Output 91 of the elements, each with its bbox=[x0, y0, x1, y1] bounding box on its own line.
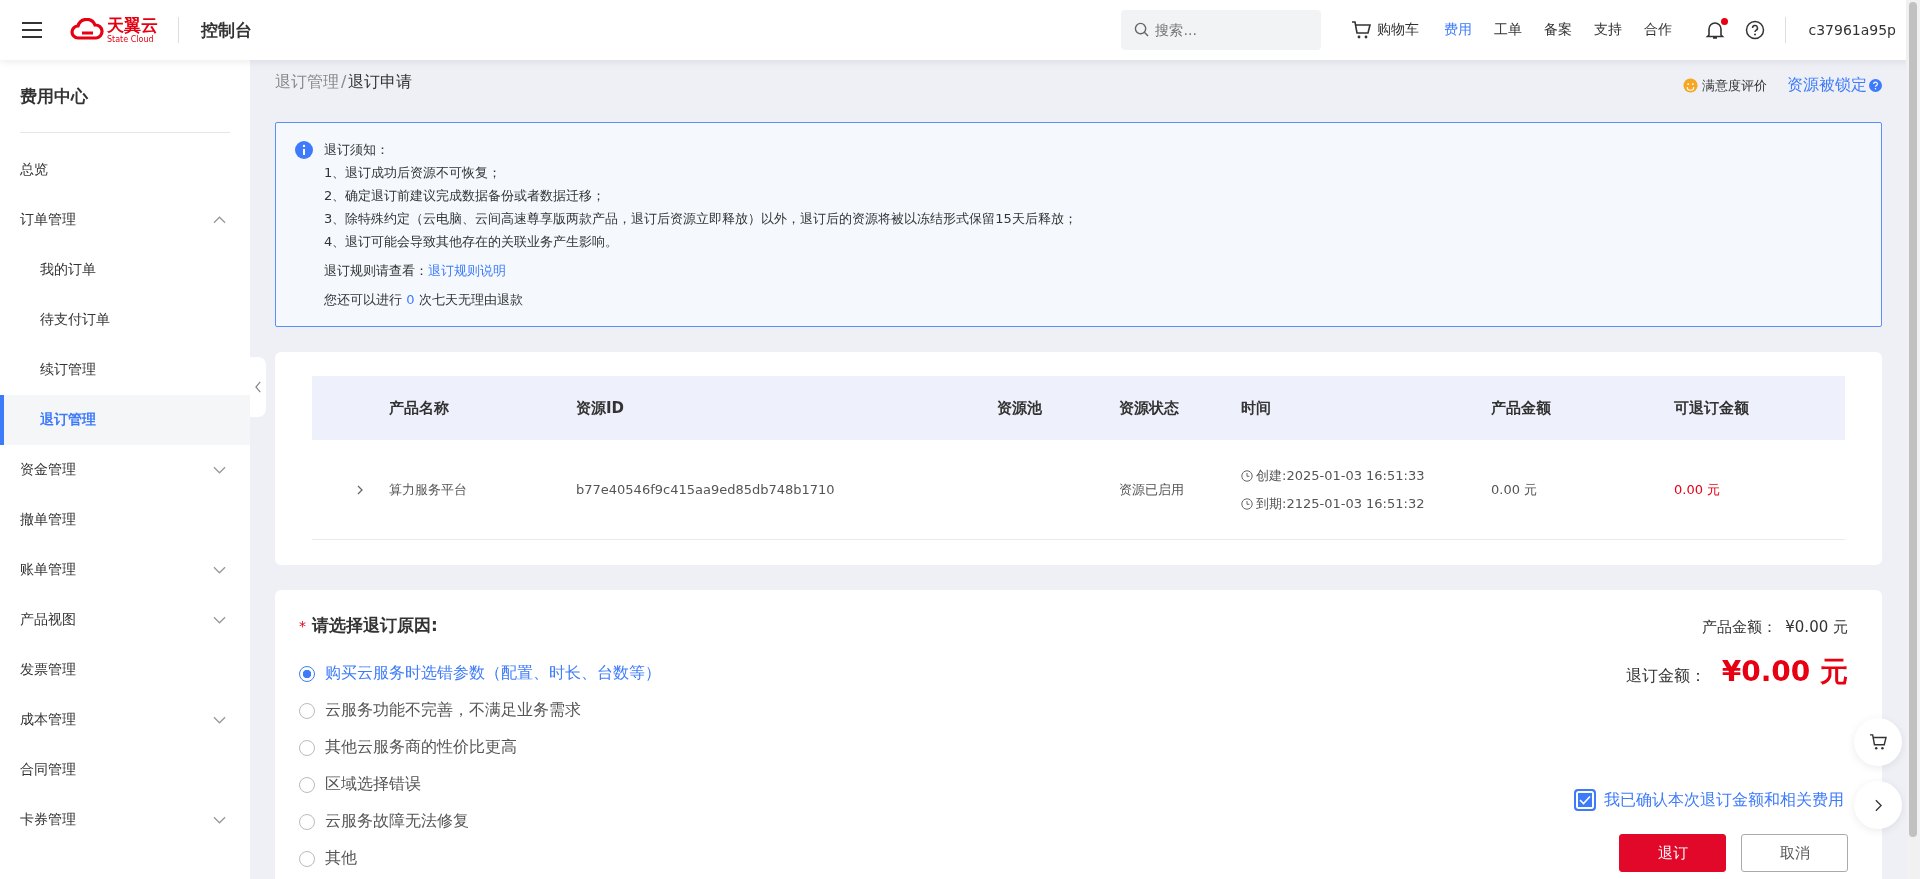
sidebar-item[interactable]: 订单管理 bbox=[0, 195, 250, 245]
refund-button[interactable]: 退订 bbox=[1619, 834, 1726, 872]
table-cell-text: 算力服务平台 bbox=[389, 480, 468, 499]
cart-link[interactable]: 购物车 bbox=[1351, 21, 1420, 39]
column-header: 资源状态 bbox=[1119, 398, 1180, 418]
bell-icon[interactable] bbox=[1705, 20, 1726, 40]
question-icon[interactable] bbox=[1869, 79, 1882, 92]
sidebar-item[interactable]: 账单管理 bbox=[0, 545, 250, 595]
nav-tab[interactable]: 合作 bbox=[1633, 21, 1684, 39]
confirm-label[interactable]: 我已确认本次退订金额和相关费用 bbox=[1604, 789, 1844, 811]
console-title: 控制台 bbox=[201, 18, 252, 42]
sidebar-item[interactable]: 待支付订单 bbox=[0, 295, 250, 345]
table-cell-text: b77e40546f9c415aa9ed85db748b1710 bbox=[576, 482, 836, 497]
sidebar-item[interactable]: 合同管理 bbox=[0, 745, 250, 795]
column-header: 时间 bbox=[1241, 398, 1272, 418]
radio-option[interactable]: 云服务功能不完善，不满足业务需求 bbox=[299, 692, 661, 729]
notice-item: 3、除特殊约定（云电脑、云间高速尊享版两款产品，退订后资源立即释放）以外，退订后的资源将被以冻结形式保留15天后释放； bbox=[324, 210, 1077, 228]
column-header: 可退订金额 bbox=[1674, 398, 1750, 418]
rating-link[interactable]: 满意度评价 bbox=[1702, 76, 1767, 95]
nav-tab[interactable]: 支持 bbox=[1583, 21, 1634, 39]
chevron-up-icon[interactable] bbox=[213, 216, 226, 224]
cart-icon bbox=[1351, 21, 1372, 39]
radio-option[interactable]: 云服务故障无法修复 bbox=[299, 803, 661, 840]
smiley-icon bbox=[1683, 78, 1698, 93]
nav-tab[interactable]: 费用 bbox=[1433, 21, 1484, 39]
search-icon bbox=[1134, 22, 1150, 37]
sidebar-item[interactable]: 续订管理 bbox=[0, 345, 250, 395]
notice-item: 4、退订可能会导致其他存在的关联业务产生影响。 bbox=[324, 233, 620, 251]
chevron-down-icon[interactable] bbox=[213, 816, 226, 824]
required-mark: * bbox=[299, 617, 306, 634]
column-header: 资源池 bbox=[997, 398, 1043, 418]
sidebar-collapse-handle[interactable] bbox=[250, 357, 266, 417]
product-amount-label: 产品金额： bbox=[1702, 618, 1778, 637]
help-icon[interactable] bbox=[1745, 20, 1766, 40]
user-name[interactable]: c37961a95p bbox=[1808, 22, 1896, 38]
radio-option[interactable]: 区域选择错误 bbox=[299, 766, 661, 803]
radio-option[interactable]: 购买云服务时选错参数（配置、时长、台数等） bbox=[299, 655, 661, 692]
notice-item: 1、退订成功后资源不可恢复； bbox=[324, 164, 503, 182]
floating-cart-button[interactable] bbox=[1854, 718, 1902, 766]
table-cell-text: 资源已启用 bbox=[1119, 480, 1185, 499]
sidebar-item[interactable]: 产品视图 bbox=[0, 595, 250, 645]
remaining-refunds-text: 您还可以进行 0 次七天无理由退款 bbox=[324, 292, 523, 307]
check-icon bbox=[1579, 795, 1591, 805]
scrollbar[interactable] bbox=[1906, 0, 1920, 879]
sidebar-item[interactable]: 我的订单 bbox=[0, 245, 250, 295]
refund-amount-label: 退订金额： bbox=[1625, 666, 1706, 687]
chevron-down-icon[interactable] bbox=[213, 466, 226, 474]
logo[interactable]: 天翼云 State Cloud bbox=[70, 16, 158, 44]
breadcrumb-current: 退订申请 bbox=[348, 72, 413, 93]
chevron-down-icon[interactable] bbox=[213, 716, 226, 724]
cart-icon bbox=[1869, 734, 1887, 750]
rules-label: 退订规则请查看： bbox=[324, 263, 428, 278]
notice-title: 退订须知： bbox=[324, 141, 390, 159]
refund-amount-value: ¥0.00 元 bbox=[1721, 654, 1848, 690]
nav-tab[interactable]: 工单 bbox=[1483, 21, 1534, 39]
sidebar-item[interactable]: 卡券管理 bbox=[0, 795, 250, 845]
sidebar-item[interactable]: 退订管理 bbox=[0, 395, 250, 445]
sidebar-item[interactable]: 总览 bbox=[0, 145, 250, 195]
info-icon bbox=[295, 141, 313, 159]
column-header: 资源ID bbox=[576, 398, 626, 418]
notice-item: 2、确定退订前建议完成数据备份或者数据迁移； bbox=[324, 187, 607, 205]
table-cell-text: 0.00 元 bbox=[1674, 480, 1722, 499]
cloud-logo-icon bbox=[70, 18, 104, 42]
resource-locked-link[interactable]: 资源被锁定 bbox=[1787, 75, 1867, 96]
chevron-left-icon bbox=[254, 381, 262, 393]
table-cell-text: 0.00 元 bbox=[1491, 480, 1539, 499]
reason-label: 请选择退订原因: bbox=[312, 614, 438, 637]
nav-tab[interactable]: 备案 bbox=[1533, 21, 1584, 39]
menu-icon[interactable] bbox=[22, 22, 42, 38]
chevron-down-icon[interactable] bbox=[213, 566, 226, 574]
sidebar-title: 费用中心 bbox=[19, 85, 89, 108]
breadcrumb-separator: / bbox=[341, 72, 347, 93]
sidebar-item[interactable]: 撤单管理 bbox=[0, 495, 250, 545]
clock-icon bbox=[1241, 497, 1253, 510]
chevron-right-icon bbox=[1874, 798, 1882, 812]
column-header: 产品金额 bbox=[1491, 398, 1552, 418]
confirm-checkbox[interactable] bbox=[1574, 789, 1596, 811]
radio-option[interactable]: 其他 bbox=[299, 840, 661, 877]
product-amount-value: ¥0.00 元 bbox=[1785, 618, 1848, 637]
chevron-down-icon[interactable] bbox=[213, 616, 226, 624]
cancel-button[interactable]: 取消 bbox=[1741, 834, 1848, 872]
column-header: 产品名称 bbox=[389, 398, 450, 418]
radio-option[interactable]: 其他云服务商的性价比更高 bbox=[299, 729, 661, 766]
table-cell: 到期:2125-01-03 16:51:32 bbox=[1256, 494, 1425, 513]
sidebar-item[interactable]: 资金管理 bbox=[0, 445, 250, 495]
search-field[interactable]: 搜索... bbox=[1121, 10, 1322, 50]
table-cell: 创建:2025-01-03 16:51:33 bbox=[1256, 466, 1425, 485]
sidebar-item[interactable]: 发票管理 bbox=[0, 645, 250, 695]
sidebar-item[interactable]: 成本管理 bbox=[0, 695, 250, 745]
clock-icon bbox=[1241, 469, 1253, 482]
rules-link[interactable]: 退订规则说明 bbox=[428, 263, 506, 278]
